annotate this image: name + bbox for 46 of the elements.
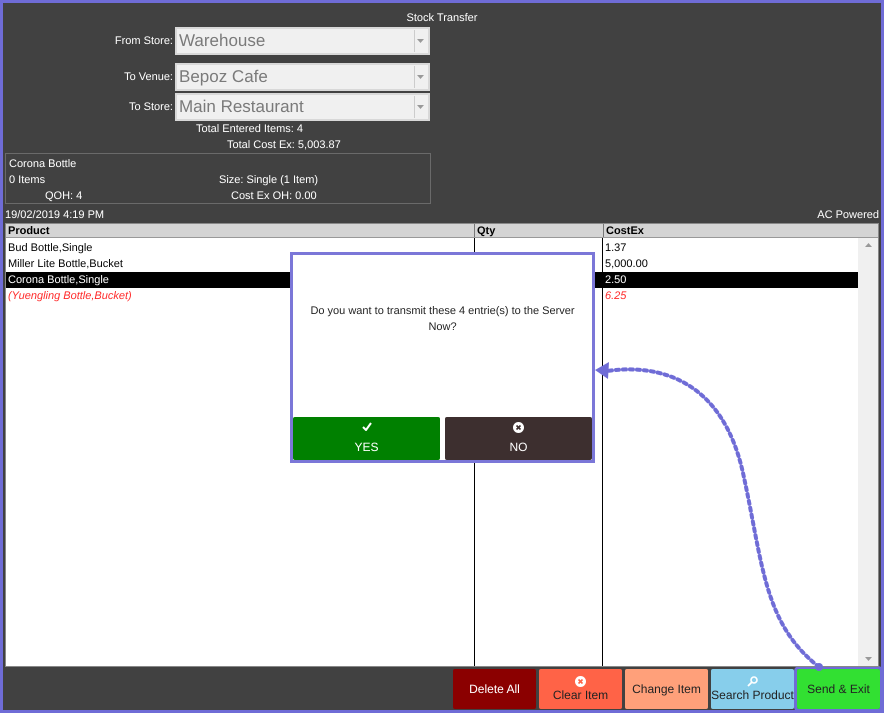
table-row[interactable]: Bud Bottle,Single 1.37 — [6, 240, 858, 256]
column-header[interactable]: Product — [6, 224, 474, 237]
search-icon — [747, 676, 758, 688]
column-header[interactable]: Qty — [474, 224, 603, 237]
power-status: AC Powered — [817, 208, 879, 223]
product-cell-text: (Yuengling Bottle,Bucket) — [7, 289, 133, 304]
cost-oh-text: Cost Ex OH: 0.00 — [230, 189, 318, 204]
item-count: 0 Items — [9, 173, 46, 188]
send-button[interactable]: Send & Exit — [797, 669, 880, 709]
product-name: Corona Bottle — [9, 157, 78, 172]
product-cell-text: Corona Bottle,Single — [7, 273, 110, 288]
yes-button[interactable]: YES — [293, 417, 440, 460]
cost-cell-text: 1.37 — [604, 241, 628, 256]
column-header[interactable]: CostEx — [603, 224, 858, 237]
cost-cell-text: 6.25 — [604, 289, 628, 304]
date-time: 19/02/2019 4:19 PM — [5, 208, 104, 223]
total-text: Total Cost Ex: 5,003.87 — [226, 138, 342, 153]
cost-cell-text: 2.50 — [604, 273, 628, 288]
check-icon — [362, 422, 372, 432]
close-icon — [513, 422, 524, 432]
total-text: Total Entered Items: 4 — [195, 122, 304, 137]
qoh-text: QOH: 4 — [44, 189, 84, 204]
product-cell-text: Miller Lite Bottle,Bucket — [7, 257, 124, 272]
scrollbar[interactable] — [858, 238, 878, 666]
cost-cell-text: 5,000.00 — [604, 257, 649, 272]
change-button[interactable]: Change Item — [625, 669, 708, 709]
field-label: To Venue: — [123, 70, 174, 85]
dropdown-field[interactable]: Main Restaurant — [175, 93, 430, 121]
caret-icon — [414, 96, 426, 118]
product-cell-text: Bud Bottle,Single — [7, 241, 94, 256]
delete-button[interactable]: Delete All — [453, 669, 536, 709]
table-row[interactable]: (Yuengling Bottle,Bucket) 6.25 — [6, 288, 858, 304]
clear-button[interactable]: Clear Item — [539, 669, 622, 709]
search-button[interactable]: Search Product — [711, 669, 794, 709]
no-button[interactable]: NO — [445, 417, 592, 460]
size-text: Size: Single (1 Item) — [219, 173, 320, 188]
dialog-message: Do you want to transmit these 4 entrie(s) to the Server Now? — [309, 304, 576, 335]
dropdown-field[interactable]: Warehouse — [175, 27, 430, 55]
table-row[interactable]: Miller Lite Bottle,Bucket 5,000.00 — [6, 256, 858, 272]
caret-icon — [414, 30, 426, 52]
window-title: Stock Transfer — [406, 11, 478, 26]
field-label: From Store: — [114, 34, 174, 49]
dropdown-field[interactable]: Bepoz Cafe — [175, 63, 430, 91]
close-icon — [575, 676, 586, 688]
field-label: To Store: — [128, 100, 174, 115]
caret-icon — [414, 66, 426, 88]
